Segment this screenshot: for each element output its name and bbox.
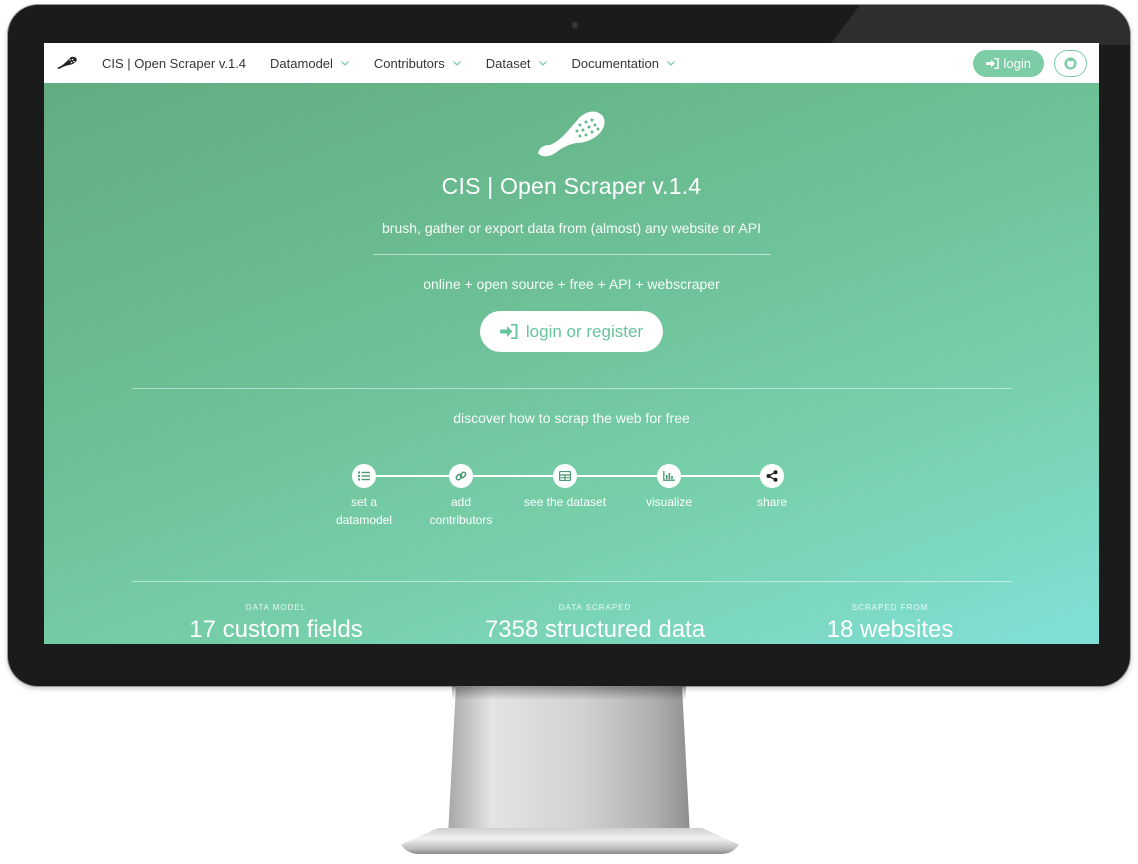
- monitor-glare: [830, 5, 1130, 45]
- step-label-line: share: [756, 495, 788, 509]
- nav-contributors-label: Contributors: [373, 55, 445, 71]
- navbar: CIS | Open Scraper v.1.4 Datamodel Contr…: [44, 43, 1099, 83]
- brush-logo-icon[interactable]: [56, 55, 78, 71]
- monitor-stand: [448, 686, 690, 836]
- chevron-down-icon: [452, 61, 461, 66]
- login-register-label: login or register: [525, 321, 644, 341]
- stat-data-model: DATA MODEL 17 custom fields: [126, 603, 426, 644]
- chevron-down-icon: [538, 61, 547, 66]
- stat-data-scraped: DATA SCRAPED 7358 structured data: [445, 603, 745, 644]
- nav-right: login: [972, 49, 1087, 77]
- step-datamodel[interactable]: set a datamodel: [309, 464, 419, 529]
- step-share[interactable]: share: [717, 464, 827, 511]
- nav-documentation-label: Documentation: [571, 55, 659, 71]
- login-register-button[interactable]: login or register: [480, 311, 663, 352]
- step-visualize[interactable]: visualize: [614, 464, 724, 511]
- nav-datamodel-label: Datamodel: [270, 55, 333, 71]
- divider: [373, 254, 771, 255]
- step-label: see the dataset: [510, 493, 620, 511]
- step-label-line: see the dataset: [523, 495, 607, 509]
- login-button[interactable]: login: [972, 49, 1044, 77]
- hero-tagline: online + open source + free + API + webs…: [423, 276, 720, 292]
- discover-text: discover how to scrap the web for free: [453, 410, 690, 426]
- github-button[interactable]: [1054, 49, 1087, 77]
- bar-chart-icon: [657, 464, 681, 488]
- hero-title: CIS | Open Scraper v.1.4: [441, 173, 702, 199]
- step-label-line: contributors: [429, 513, 493, 527]
- screen: CIS | Open Scraper v.1.4 Datamodel Contr…: [44, 43, 1099, 644]
- divider: [132, 581, 1012, 582]
- step-label: set a datamodel: [309, 493, 419, 529]
- chevron-down-icon: [667, 61, 675, 66]
- list-icon: [352, 464, 376, 488]
- step-label-line: datamodel: [335, 513, 393, 527]
- stat-scraped-from: SCRAPED FROM 18 websites: [740, 603, 1040, 644]
- sign-in-icon: [500, 324, 518, 339]
- brush-logo-icon: [538, 111, 605, 157]
- stat-label: DATA MODEL: [245, 603, 307, 612]
- stat-value: 17 custom fields: [189, 616, 363, 643]
- monitor-stand-shadow: [452, 686, 686, 700]
- step-label: add contributors: [406, 493, 516, 529]
- monitor-stand-base: [398, 828, 742, 854]
- step-contributors[interactable]: add contributors: [406, 464, 516, 529]
- chevron-down-icon: [340, 61, 349, 66]
- table-icon: [553, 464, 577, 488]
- hero-section: CIS | Open Scraper v.1.4 brush, gather o…: [44, 83, 1099, 644]
- divider: [132, 388, 1012, 389]
- sign-in-icon: [985, 57, 999, 69]
- login-label: login: [1003, 55, 1031, 71]
- camera-icon: [571, 21, 579, 29]
- nav-contributors[interactable]: Contributors: [374, 56, 462, 71]
- share-icon: [760, 464, 784, 488]
- nav-dataset-label: Dataset: [485, 55, 531, 71]
- stat-label: DATA SCRAPED: [558, 603, 632, 612]
- hero-subtitle: brush, gather or export data from (almos…: [382, 220, 761, 236]
- step-label-line: visualize: [645, 495, 693, 509]
- nav-datamodel[interactable]: Datamodel: [270, 56, 350, 71]
- link-icon: [449, 464, 473, 488]
- nav-documentation[interactable]: Documentation: [572, 56, 676, 71]
- brand-title[interactable]: CIS | Open Scraper v.1.4: [102, 56, 246, 71]
- step-label: visualize: [614, 493, 724, 511]
- nav-dataset[interactable]: Dataset: [486, 56, 548, 71]
- stat-value: 18 websites: [826, 616, 954, 643]
- step-dataset[interactable]: see the dataset: [510, 464, 620, 511]
- step-label: share: [717, 493, 827, 511]
- stat-label: SCRAPED FROM: [851, 603, 929, 612]
- step-label-line: add: [450, 495, 472, 509]
- github-icon: [1064, 56, 1077, 70]
- step-label-line: set a: [350, 495, 377, 509]
- stat-value: 7358 structured data: [484, 616, 706, 643]
